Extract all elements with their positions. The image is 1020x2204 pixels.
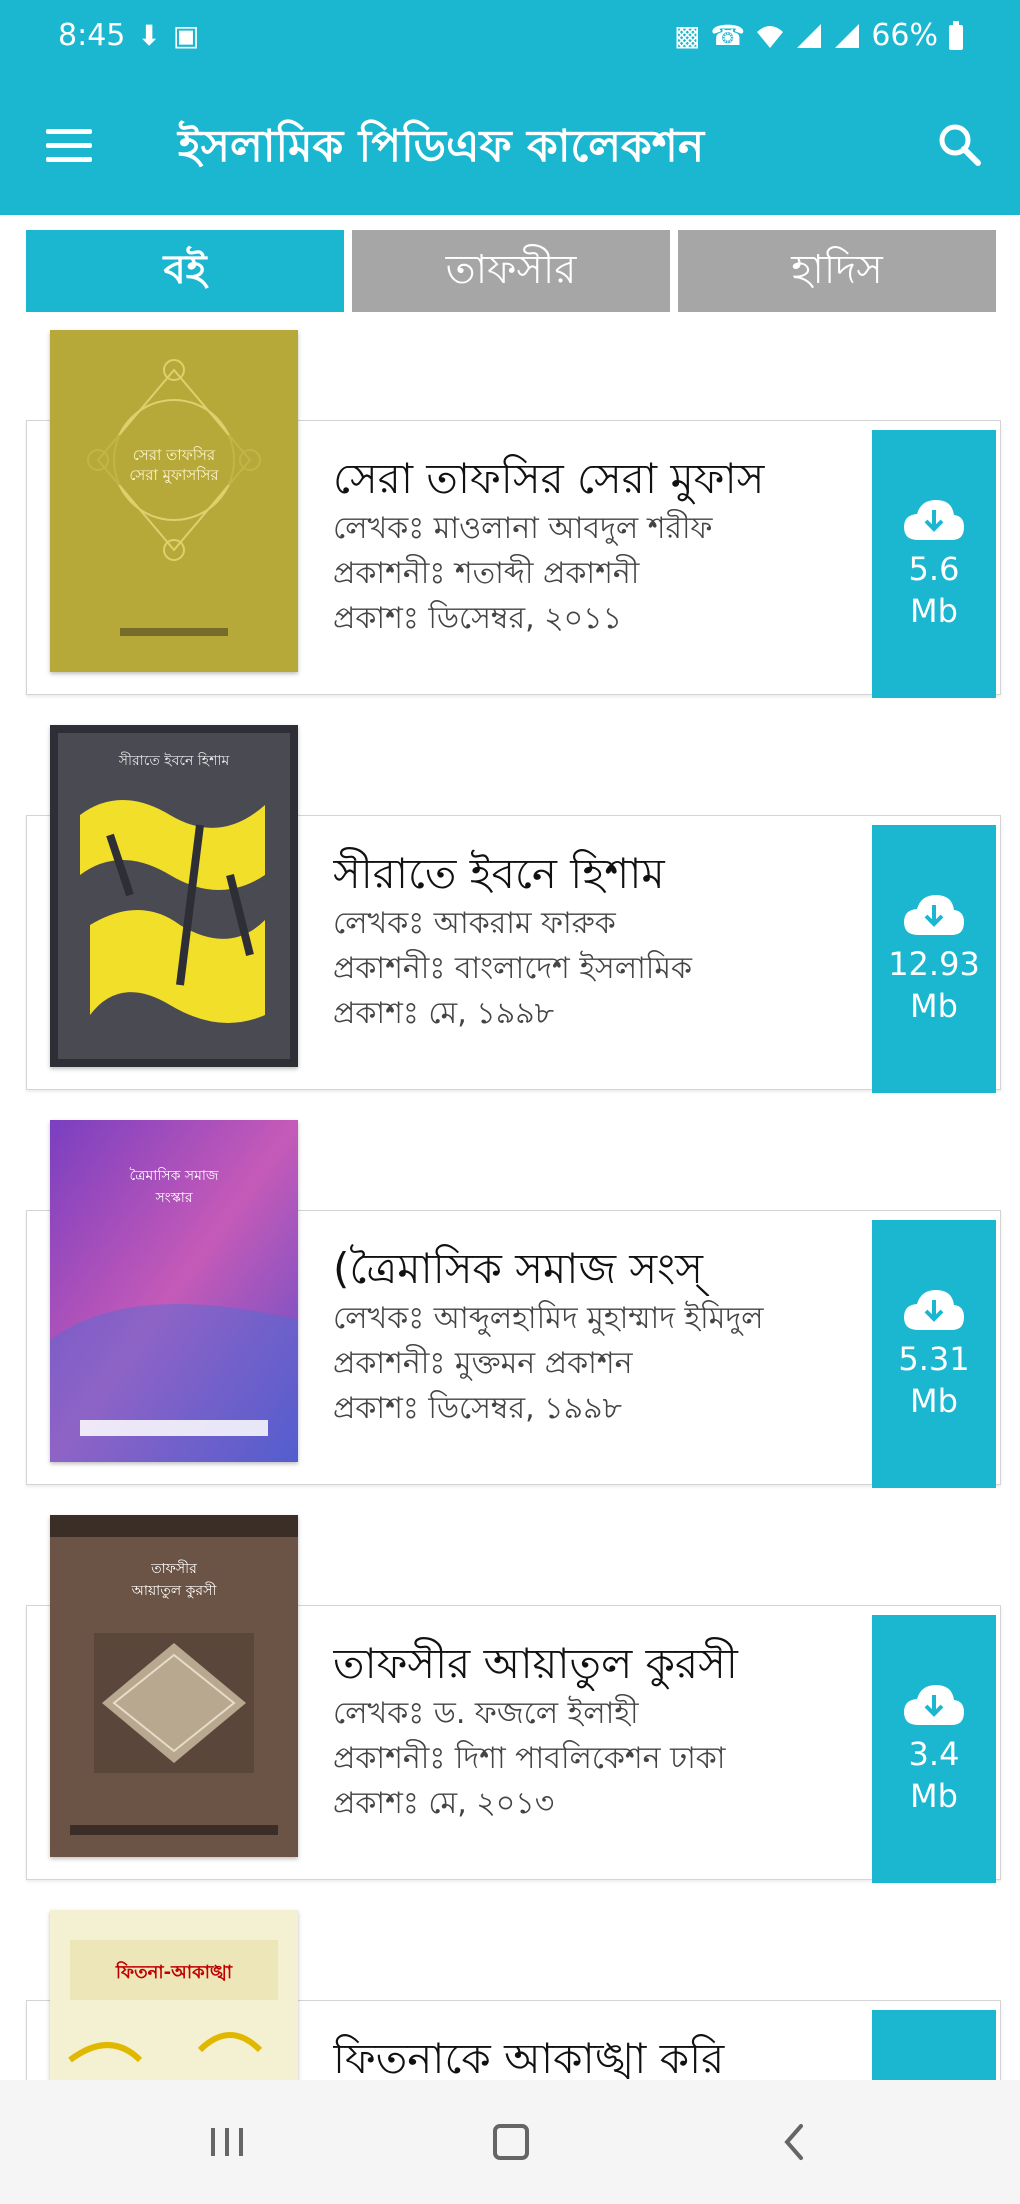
book-author: লেখকঃ আকরাম ফারুক <box>333 906 616 941</box>
cloud-download-icon <box>904 1290 964 1330</box>
svg-text:আয়াতুল কুরসী: আয়াতুল কুরসী <box>131 1582 218 1599</box>
book-cover[interactable]: সেরা তাফসির সেরা মুফাসসির <box>50 330 298 672</box>
svg-text:ফিতনা-আকাঙ্খা: ফিতনা-আকাঙ্খা <box>115 1961 233 1983</box>
list-item[interactable]: তাফসীর আয়াতুল কুরসী তাফসীর আয়াতুল কুরস… <box>0 1505 1020 1890</box>
category-tabs: বই তাফসীর হাদিস <box>26 230 996 312</box>
cloud-download-icon <box>904 895 964 935</box>
book-author: লেখকঃ ড. ফজলে ইলাহী <box>333 1696 639 1731</box>
list-item[interactable]: ফিতনা-আকাঙ্খা ফিতনাকে আকাঙ্খা করি <box>0 1900 1020 2080</box>
file-size-unit: Mb <box>910 1382 958 1420</box>
book-list: সেরা তাফসির সেরা মুফাসসির সেরা তাফসির সে… <box>0 320 1020 2080</box>
book-published-date: প্রকাশঃ মে, ১৯৯৮ <box>333 996 555 1031</box>
svg-text:সীরাতে ইবনে হিশাম: সীরাতে ইবনে হিশাম <box>118 752 230 769</box>
app-bar: 8:45 ⬇ ▣ ▩ ☎ 66% ইসলামিক পিডিএফ কালেকশন <box>0 0 1020 215</box>
battery-icon <box>949 20 963 50</box>
svg-text:সেরা তাফসির: সেরা তাফসির <box>133 446 216 464</box>
tab-tafsir[interactable]: তাফসীর <box>352 230 670 312</box>
book-cover[interactable]: তাফসীর আয়াতুল কুরসী <box>50 1515 298 1857</box>
svg-text:তাফসীর: তাফসীর <box>150 1560 197 1577</box>
book-title: ফিতনাকে আকাঙ্খা করি <box>333 2034 725 2080</box>
book-author: লেখকঃ মাওলানা আবদুল শরীফ <box>333 511 713 546</box>
book-author: লেখকঃ আব্দুলহামিদ মুহাম্মাদ ইমিদুল <box>333 1301 764 1336</box>
book-publisher: প্রকাশনীঃ শতাব্দী প্রকাশনী <box>333 556 640 591</box>
signal-icon <box>835 23 860 48</box>
book-publisher: প্রকাশনীঃ বাংলাদেশ ইসলামিক <box>333 951 693 986</box>
file-size-unit: Mb <box>910 987 958 1025</box>
book-title: সেরা তাফসির সেরা মুফাস <box>333 454 765 503</box>
book-publisher: প্রকাশনীঃ দিশা পাবলিকেশন ঢাকা <box>333 1741 726 1776</box>
file-size: 5.31 <box>898 1340 970 1378</box>
svg-text:সংস্কার: সংস্কার <box>154 1190 192 1206</box>
download-button[interactable]: 12.93 Mb <box>872 825 996 1093</box>
download-button[interactable] <box>872 2010 996 2080</box>
search-icon[interactable] <box>930 115 990 175</box>
app-title: ইসলামিক পিডিএফ কালেকশন <box>178 121 705 172</box>
status-time: 8:45 <box>58 18 126 53</box>
wifi-icon <box>757 25 784 48</box>
cloud-download-icon <box>904 500 964 540</box>
book-cover[interactable]: ফিতনা-আকাঙ্খা <box>50 1910 298 2080</box>
status-bar: 8:45 ⬇ ▣ ▩ ☎ 66% <box>0 0 1020 80</box>
file-size: 3.4 <box>908 1735 960 1773</box>
list-item[interactable]: ত্রৈমাসিক সমাজ সংস্কার (ত্রৈমাসিক সমাজ স… <box>0 1110 1020 1495</box>
recent-apps-icon[interactable] <box>192 2112 262 2172</box>
usb-icon: ⬇ <box>137 18 161 52</box>
file-size: 5.6 <box>908 550 960 588</box>
svg-text:সেরা মুফাসসির: সেরা মুফাসসির <box>129 466 219 484</box>
list-item[interactable]: সেরা তাফসির সেরা মুফাসসির সেরা তাফসির সে… <box>0 320 1020 705</box>
toolbar: ইসলামিক পিডিএফ কালেকশন <box>0 95 1020 195</box>
download-button[interactable]: 5.6 Mb <box>872 430 996 698</box>
file-size: 12.93 <box>888 945 980 983</box>
book-cover[interactable]: সীরাতে ইবনে হিশাম <box>50 725 298 1067</box>
tab-hadith[interactable]: হাদিস <box>678 230 996 312</box>
vibrate-icon: ▩ <box>673 18 701 52</box>
svg-text:ত্রৈমাসিক সমাজ: ত্রৈমাসিক সমাজ <box>130 1167 219 1184</box>
battery-percent: 66% <box>871 18 938 53</box>
download-button[interactable]: 5.31 Mb <box>872 1220 996 1488</box>
download-button[interactable]: 3.4 Mb <box>872 1615 996 1883</box>
back-icon[interactable] <box>760 2112 830 2172</box>
file-size-unit: Mb <box>910 1777 958 1815</box>
system-nav-bar <box>0 2080 1020 2204</box>
book-title: সীরাতে ইবনে হিশাম <box>333 849 665 898</box>
book-published-date: প্রকাশঃ মে, ২০১৩ <box>333 1786 555 1821</box>
signal-icon <box>797 23 822 48</box>
book-published-date: প্রকাশঃ ডিসেম্বর, ২০১১ <box>333 601 623 636</box>
book-cover[interactable]: ত্রৈমাসিক সমাজ সংস্কার <box>50 1120 298 1462</box>
list-item[interactable]: সীরাতে ইবনে হিশাম সীরাতে ইবনে হিশাম লেখক… <box>0 715 1020 1100</box>
cloud-download-icon <box>904 1685 964 1725</box>
file-size-unit: Mb <box>910 592 958 630</box>
book-title: (ত্রৈমাসিক সমাজ সংস্ <box>333 1244 703 1293</box>
home-icon[interactable] <box>476 2112 546 2172</box>
wifi-calling-icon: ☎ <box>710 18 746 52</box>
book-title: তাফসীর আয়াতুল কুরসী <box>333 1639 738 1688</box>
tab-books[interactable]: বই <box>26 230 344 312</box>
menu-icon[interactable] <box>40 119 100 169</box>
book-publisher: প্রকাশনীঃ মুক্তমন প্রকাশন <box>333 1346 633 1381</box>
image-icon: ▣ <box>172 18 200 52</box>
book-published-date: প্রকাশঃ ডিসেম্বর, ১৯৯৮ <box>333 1391 623 1426</box>
